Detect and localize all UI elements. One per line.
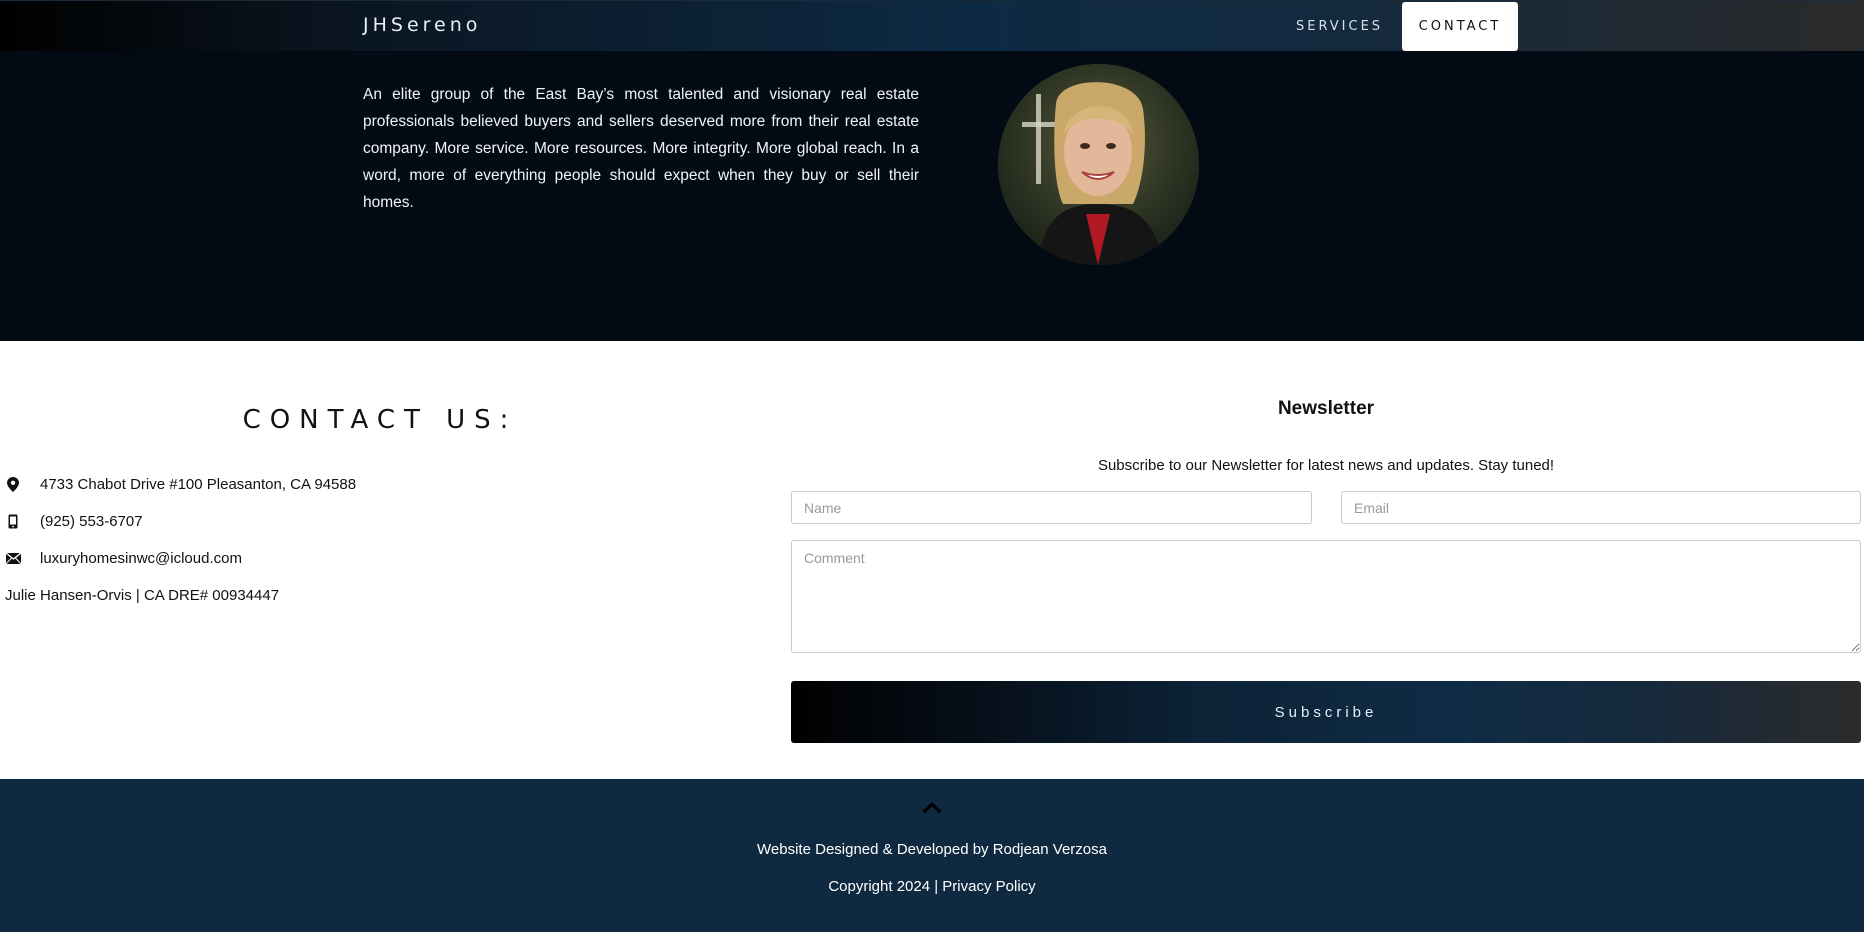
subscribe-button[interactable]: Subscribe [791, 681, 1861, 743]
top-navbar: JHSereno SERVICES CONTACT [0, 0, 1864, 51]
copyright-text: Copyright 2024 | [828, 878, 943, 895]
about-text: An elite group of the East Bay’s most ta… [363, 86, 919, 211]
email-input[interactable] [1341, 491, 1861, 524]
newsletter-subtitle: Subscribe to our Newsletter for latest n… [1097, 457, 1555, 474]
phone-icon [5, 514, 21, 530]
privacy-policy-link[interactable]: Privacy Policy [942, 878, 1035, 895]
about-section: An elite group of the East Bay’s most ta… [0, 51, 1864, 341]
envelope-icon [5, 551, 21, 567]
contact-phone: (925) 553-6707 [5, 513, 143, 530]
chevron-up-icon [923, 801, 941, 813]
email-text[interactable]: luxuryhomesinwc@icloud.com [40, 550, 242, 567]
map-pin-icon [5, 477, 21, 493]
agent-portrait [998, 64, 1199, 265]
phone-text[interactable]: (925) 553-6707 [40, 513, 143, 530]
license-text: Julie Hansen-Orvis | CA DRE# 00934447 [5, 587, 280, 604]
contact-address: 4733 Chabot Drive #100 Pleasanton, CA 94… [5, 476, 356, 493]
brand-logo[interactable]: JHSereno [363, 14, 481, 36]
designer-credit: Website Designed & Developed by Rodjean … [757, 841, 1107, 858]
contact-email: luxuryhomesinwc@icloud.com [5, 550, 242, 567]
contact-title: CONTACT US: [242, 405, 518, 435]
name-input[interactable] [791, 491, 1312, 524]
back-to-top-button[interactable] [922, 799, 942, 815]
nav-item-services[interactable]: SERVICES [1286, 1, 1393, 52]
footer: Website Designed & Developed by Rodjean … [0, 779, 1864, 932]
address-text: 4733 Chabot Drive #100 Pleasanton, CA 94… [40, 476, 357, 493]
newsletter-title: Newsletter [1277, 398, 1375, 419]
comment-textarea[interactable] [791, 540, 1861, 653]
copyright: Copyright 2024 | Privacy Policy [0, 878, 1864, 895]
agent-portrait-photo [998, 64, 1199, 265]
nav-item-contact[interactable]: CONTACT [1402, 2, 1518, 51]
